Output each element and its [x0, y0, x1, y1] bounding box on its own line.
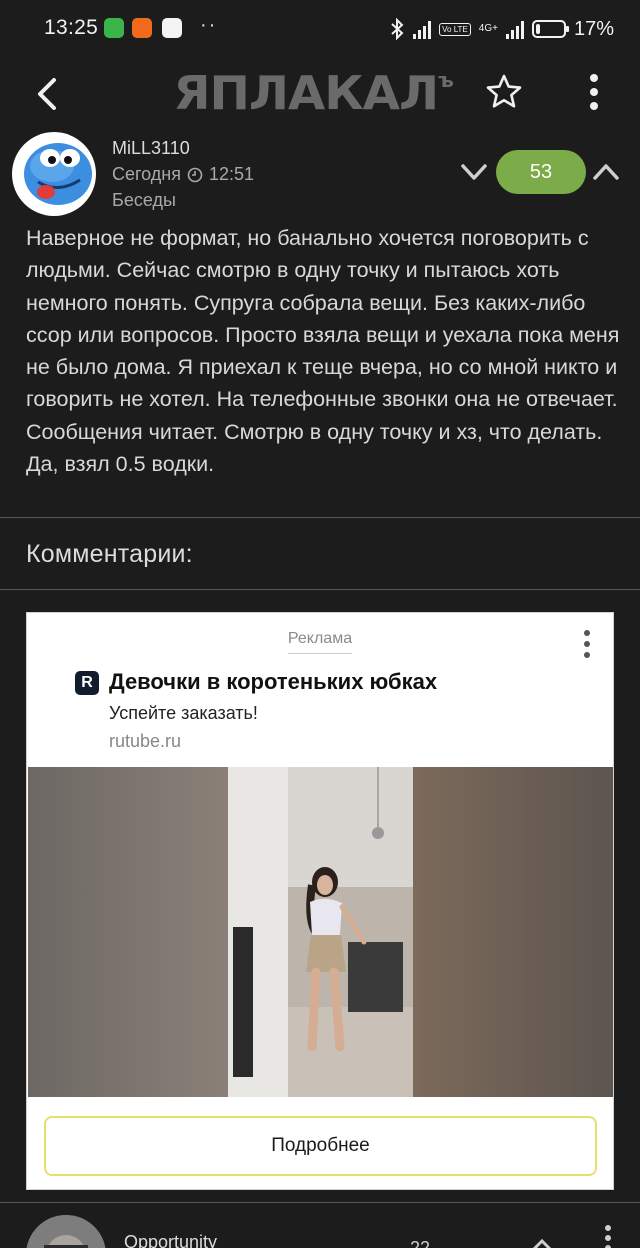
vote-up-icon[interactable] — [530, 1238, 554, 1248]
comments-heading: Комментарии: — [26, 540, 193, 568]
ad-image[interactable] — [28, 767, 613, 1097]
avatar[interactable] — [26, 1215, 106, 1248]
comment-author[interactable]: Opportunity — [124, 1232, 217, 1248]
status-bar: 13:25 ·· Vo LTE 4G+ 17% — [0, 0, 640, 58]
bluetooth-icon — [391, 18, 404, 40]
ad-label-text: Реклама — [287, 630, 353, 654]
more-vertical-icon[interactable] — [604, 1224, 612, 1248]
post-body: Наверное не формат, но банально хочется … — [26, 226, 620, 477]
divider — [0, 589, 640, 590]
star-icon[interactable] — [484, 72, 524, 112]
battery-percent: 17% — [573, 17, 614, 40]
battery-icon — [531, 20, 569, 38]
ad-domain[interactable]: rutube.ru — [109, 731, 181, 752]
comment-score: 22 — [410, 1238, 431, 1248]
notification-app-icon — [132, 18, 152, 38]
signal-icon — [505, 19, 524, 39]
post-date: Сегодня 12:51 — [112, 164, 254, 185]
more-vertical-icon[interactable] — [580, 72, 608, 112]
ad-cta-button[interactable]: Подробнее — [44, 1116, 597, 1176]
chevron-left-icon[interactable] — [30, 72, 70, 116]
avatar[interactable] — [12, 132, 96, 216]
status-indicators: Vo LTE 4G+ 17% — [389, 16, 614, 42]
ad-label: Реклама — [27, 630, 613, 654]
rutube-logo-icon: R — [75, 671, 99, 695]
logo-text: ЯПЛАКАЛ — [173, 66, 439, 120]
post-category[interactable]: Беседы — [112, 190, 176, 211]
ad-title[interactable]: Девочки в коротеньких юбках — [109, 669, 437, 695]
divider — [0, 1202, 640, 1203]
more-notifications-icon: ·· — [200, 14, 218, 36]
network-type: 4G+ — [478, 23, 498, 34]
post-author[interactable]: MiLL3110 — [112, 138, 190, 159]
logo-suffix: ъ — [438, 68, 454, 92]
ad-card[interactable]: Реклама R Девочки в коротеньких юбках Ус… — [26, 612, 614, 1190]
vote-down-icon[interactable] — [458, 160, 490, 184]
divider — [0, 517, 640, 518]
ad-subtitle: Успейте заказать! — [109, 703, 258, 723]
site-logo[interactable]: ЯПЛАКАЛъ — [173, 66, 454, 120]
post-time: 12:51 — [209, 164, 255, 184]
status-time: 13:25 — [44, 16, 99, 39]
notification-app-icon — [162, 18, 182, 38]
more-vertical-icon[interactable] — [583, 629, 591, 659]
post-date-label: Сегодня — [112, 164, 181, 184]
notification-app-icon — [104, 18, 124, 38]
vote-up-icon[interactable] — [590, 160, 622, 184]
volte-badge: Vo LTE — [439, 22, 471, 36]
app-bar: ЯПЛАКАЛъ — [0, 58, 640, 138]
signal-icon — [413, 19, 432, 39]
clock-icon — [187, 167, 203, 182]
post-score: 53 — [496, 150, 586, 194]
